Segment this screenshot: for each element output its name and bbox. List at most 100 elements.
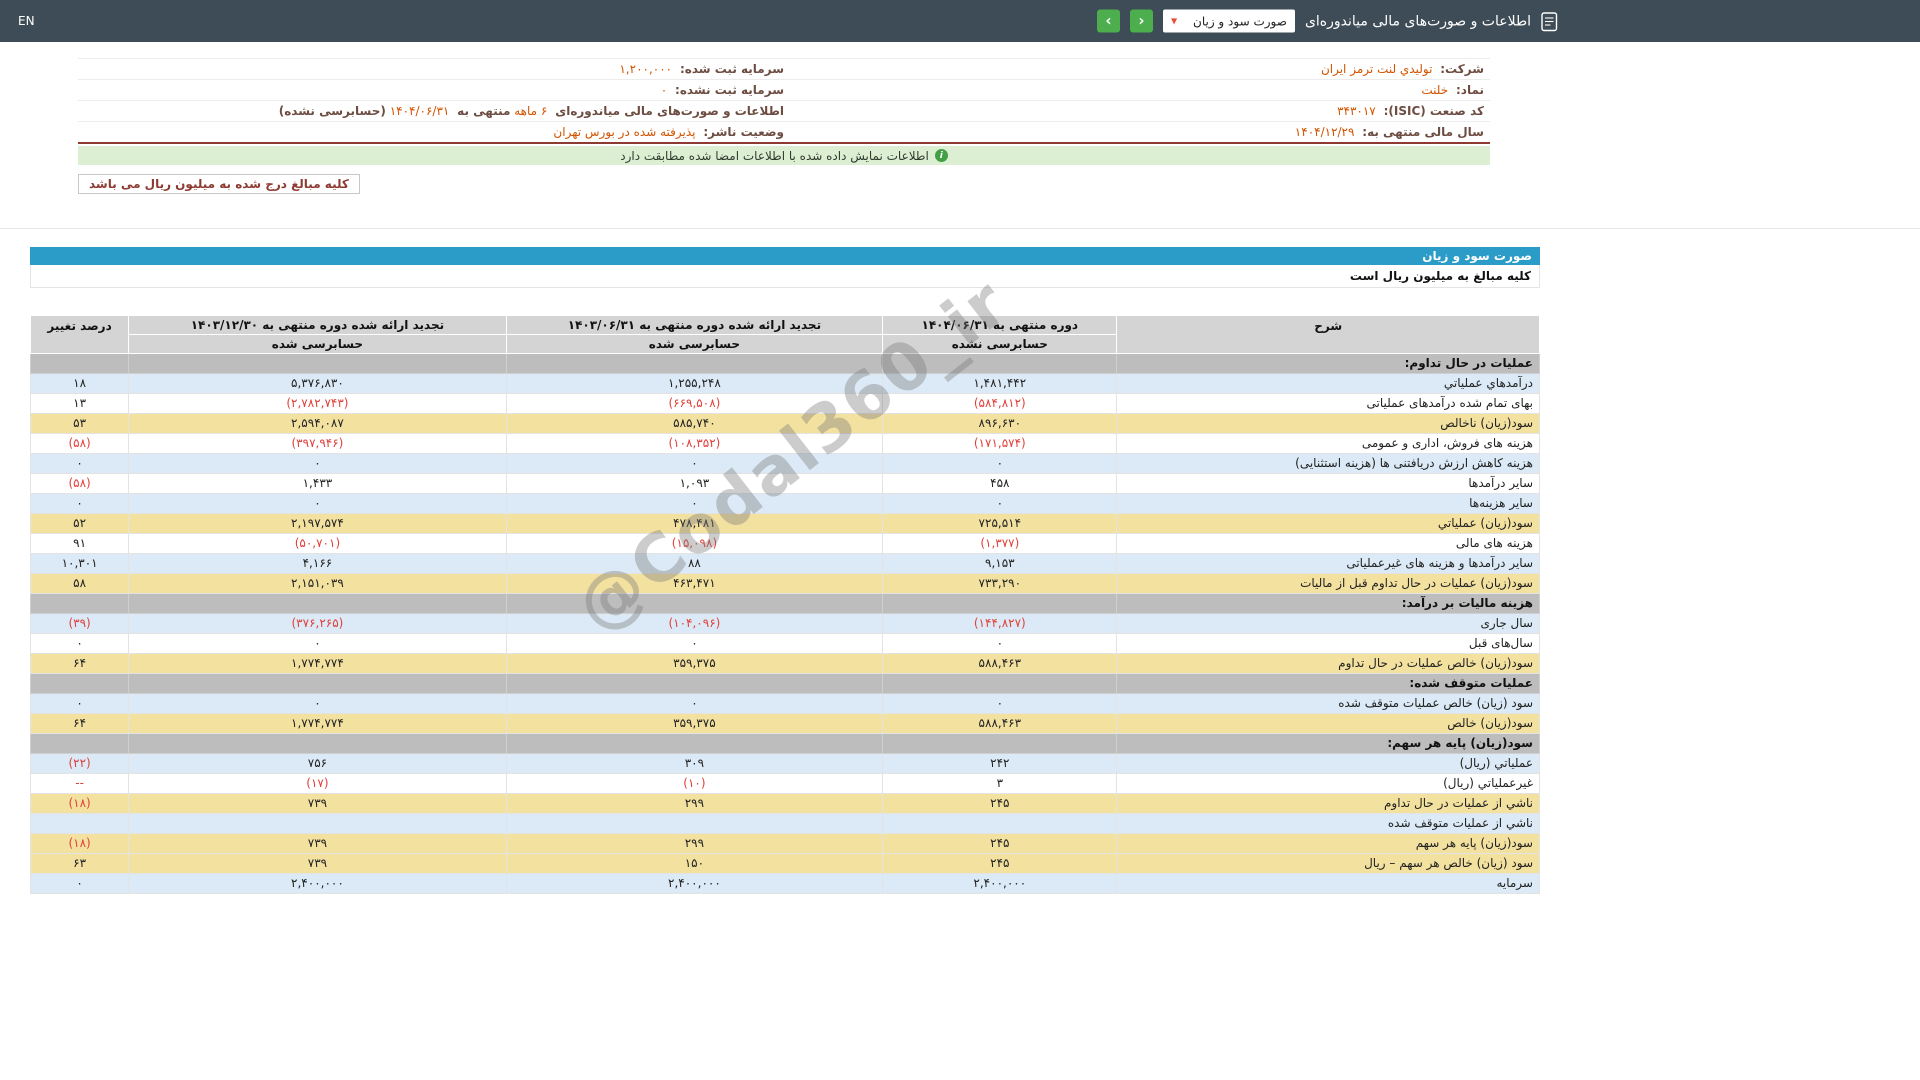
report-type-dropdown[interactable]: صورت سود و زیان ▼ bbox=[1163, 10, 1295, 33]
row-value bbox=[129, 814, 507, 834]
row-label: سود(زيان) پايه هر سهم bbox=[1117, 834, 1540, 854]
row-value: (۵۸) bbox=[31, 474, 129, 494]
row-value: ۰ bbox=[506, 694, 882, 714]
row-value: ۱۳ bbox=[31, 394, 129, 414]
company-info-row: کد صنعت (ISIC): ۳۴۳۰۱۷ اطلاعات و صورت‌ها… bbox=[78, 101, 1490, 122]
statement-row: هزینه کاهش ارزش دریافتنی ها (هزینه استثن… bbox=[31, 454, 1540, 474]
row-value: ۸۹۶,۶۳۰ bbox=[883, 414, 1117, 434]
row-value: ۴۶۳,۴۷۱ bbox=[506, 574, 882, 594]
col-subheader-audit-annual: حسابرسی شده bbox=[129, 335, 507, 354]
registered-capital-field: سرمایه ثبت شده: ۱,۲۰۰,۰۰۰ bbox=[84, 62, 784, 76]
statement-row: درآمدهاي عملياتي۱,۴۸۱,۴۴۲۱,۲۵۵,۲۴۸۵,۳۷۶,… bbox=[31, 374, 1540, 394]
row-value: ۵۸ bbox=[31, 574, 129, 594]
company-label: شرکت: bbox=[1440, 62, 1484, 76]
ticker-link[interactable]: خلنت bbox=[1421, 83, 1448, 97]
row-value: ۳۵۹,۳۷۵ bbox=[506, 654, 882, 674]
statement-table-body: عملیات در حال تداوم:درآمدهاي عملياتي۱,۴۸… bbox=[31, 354, 1540, 894]
row-value: (۳۹۷,۹۴۶) bbox=[129, 434, 507, 454]
row-label: سود(زيان) عملياتي bbox=[1117, 514, 1540, 534]
col-header-period-restated-annual: تجدید ارائه شده دوره منتهی به ۱۴۰۳/۱۲/۳۰ bbox=[129, 316, 507, 335]
divider bbox=[0, 228, 1920, 229]
row-value bbox=[31, 594, 129, 614]
row-value bbox=[883, 814, 1117, 834]
chevron-right-icon: ‹ bbox=[1138, 14, 1144, 29]
ticker-field: نماد: خلنت bbox=[784, 83, 1484, 97]
section-row: عملیات در حال تداوم: bbox=[31, 354, 1540, 374]
report-period-date: ۱۴۰۴/۰۶/۳۱ bbox=[390, 104, 450, 118]
row-value: ۱۰,۳۰۱ bbox=[31, 554, 129, 574]
row-value bbox=[883, 674, 1117, 694]
row-value: ۷۳۳,۲۹۰ bbox=[883, 574, 1117, 594]
row-label: ناشي از عمليات در حال تداوم bbox=[1117, 794, 1540, 814]
row-value: (۲,۷۸۲,۷۴۳) bbox=[129, 394, 507, 414]
row-value: ۶۴ bbox=[31, 714, 129, 734]
language-toggle[interactable]: EN bbox=[18, 14, 35, 28]
row-value bbox=[506, 594, 882, 614]
row-label: سود(زيان) ناخالص bbox=[1117, 414, 1540, 434]
row-label: هزینه کاهش ارزش دریافتنی ها (هزینه استثن… bbox=[1117, 454, 1540, 474]
row-value bbox=[883, 594, 1117, 614]
row-label: عملياتي (ريال) bbox=[1117, 754, 1540, 774]
row-value: ۰ bbox=[31, 694, 129, 714]
row-value: (۵۸۴,۸۱۲) bbox=[883, 394, 1117, 414]
row-value: ۱,۴۳۳ bbox=[129, 474, 507, 494]
row-value: ۶۳ bbox=[31, 854, 129, 874]
col-header-period-restated-mid: تجدید ارائه شده دوره منتهی به ۱۴۰۳/۰۶/۳۱ bbox=[506, 316, 882, 335]
row-value: ۰ bbox=[129, 494, 507, 514]
fiscal-year-value: ۱۴۰۴/۱۲/۲۹ bbox=[1295, 125, 1355, 139]
row-value: ۴۷۸,۴۸۱ bbox=[506, 514, 882, 534]
amounts-note-wrap: کلیه مبالغ درج شده به میلیون ریال می باش… bbox=[78, 174, 1490, 194]
row-value: (۳۹) bbox=[31, 614, 129, 634]
row-value bbox=[129, 354, 507, 374]
statement-row: سود(زيان) خالص عمليات در حال تداوم۵۸۸,۴۶… bbox=[31, 654, 1540, 674]
statement-table-header: شرح دوره منتهی به ۱۴۰۴/۰۶/۳۱ تجدید ارائه… bbox=[31, 316, 1540, 354]
row-value: ۰ bbox=[506, 454, 882, 474]
row-value: (۱۷) bbox=[129, 774, 507, 794]
row-value: (۱۰۸,۳۵۲) bbox=[506, 434, 882, 454]
row-value bbox=[31, 354, 129, 374]
row-value: ۰ bbox=[31, 454, 129, 474]
registered-capital-value: ۱,۲۰۰,۰۰۰ bbox=[619, 62, 672, 76]
row-value: ۲,۴۰۰,۰۰۰ bbox=[883, 874, 1117, 894]
statement-row: سود(زيان) عملياتي۷۲۵,۵۱۴۴۷۸,۴۸۱۲,۱۹۷,۵۷۴… bbox=[31, 514, 1540, 534]
statement-section: صورت سود و زیان کلیه مبالغ به میلیون ریا… bbox=[30, 247, 1540, 894]
report-period-prefix: اطلاعات و صورت‌های مالی میاندوره‌ای bbox=[555, 104, 784, 118]
signed-data-banner: i اطلاعات نمایش داده شده با اطلاعات امضا… bbox=[78, 146, 1490, 165]
row-value: ۰ bbox=[129, 634, 507, 654]
statement-row: هزينه هاى فروش، ادارى و عمومى(۱۷۱,۵۷۴)(۱… bbox=[31, 434, 1540, 454]
row-value: ۳ bbox=[883, 774, 1117, 794]
topbar-cluster: اطلاعات و صورت‌های مالی میاندوره‌ای صورت… bbox=[1097, 10, 1558, 33]
row-label: بهای تمام شده درآمدهای عملیاتی bbox=[1117, 394, 1540, 414]
row-value: ۲,۱۵۱,۰۳۹ bbox=[129, 574, 507, 594]
company-name-link[interactable]: توليدي لنت ترمز ايران bbox=[1321, 62, 1432, 76]
row-value: ۲۴۲ bbox=[883, 754, 1117, 774]
issuer-status-field: وضعیت ناشر: پذيرفته شده در بورس تهران bbox=[84, 125, 784, 139]
unregistered-capital-label: سرمایه ثبت نشده: bbox=[675, 83, 784, 97]
statement-title-bar: صورت سود و زیان bbox=[30, 247, 1540, 265]
row-value: (۱۸) bbox=[31, 794, 129, 814]
col-header-description: شرح bbox=[1117, 316, 1540, 354]
row-value: ۰ bbox=[31, 874, 129, 894]
row-value bbox=[31, 674, 129, 694]
row-label: ناشي از عمليات متوقف شده bbox=[1117, 814, 1540, 834]
row-value: ۱,۷۷۴,۷۷۴ bbox=[129, 654, 507, 674]
row-value: ۳۰۹ bbox=[506, 754, 882, 774]
issuer-status-label: وضعیت ناشر: bbox=[703, 125, 784, 139]
row-value bbox=[506, 734, 882, 754]
prev-report-button[interactable]: › bbox=[1097, 10, 1120, 33]
row-value: ۱,۴۸۱,۴۴۲ bbox=[883, 374, 1117, 394]
row-value: ۵۲ bbox=[31, 514, 129, 534]
row-value: (۱۰۴,۰۹۶) bbox=[506, 614, 882, 634]
row-value: ۰ bbox=[506, 494, 882, 514]
row-value: ۲,۱۹۷,۵۷۴ bbox=[129, 514, 507, 534]
row-value: ۵۳ bbox=[31, 414, 129, 434]
row-value: ۲۹۹ bbox=[506, 834, 882, 854]
row-value: (۲۲) bbox=[31, 754, 129, 774]
statement-row: غيرعملياتي (ريال)۳(۱۰)(۱۷)-- bbox=[31, 774, 1540, 794]
row-value: (۱۵,۰۹۸) bbox=[506, 534, 882, 554]
signed-data-banner-text: اطلاعات نمایش داده شده با اطلاعات امضا ش… bbox=[620, 149, 929, 163]
statement-row: سایر هزینه‌ها۰۰۰۰ bbox=[31, 494, 1540, 514]
next-report-button[interactable]: ‹ bbox=[1130, 10, 1153, 33]
row-value: ۲,۵۹۴,۰۸۷ bbox=[129, 414, 507, 434]
row-value bbox=[129, 734, 507, 754]
